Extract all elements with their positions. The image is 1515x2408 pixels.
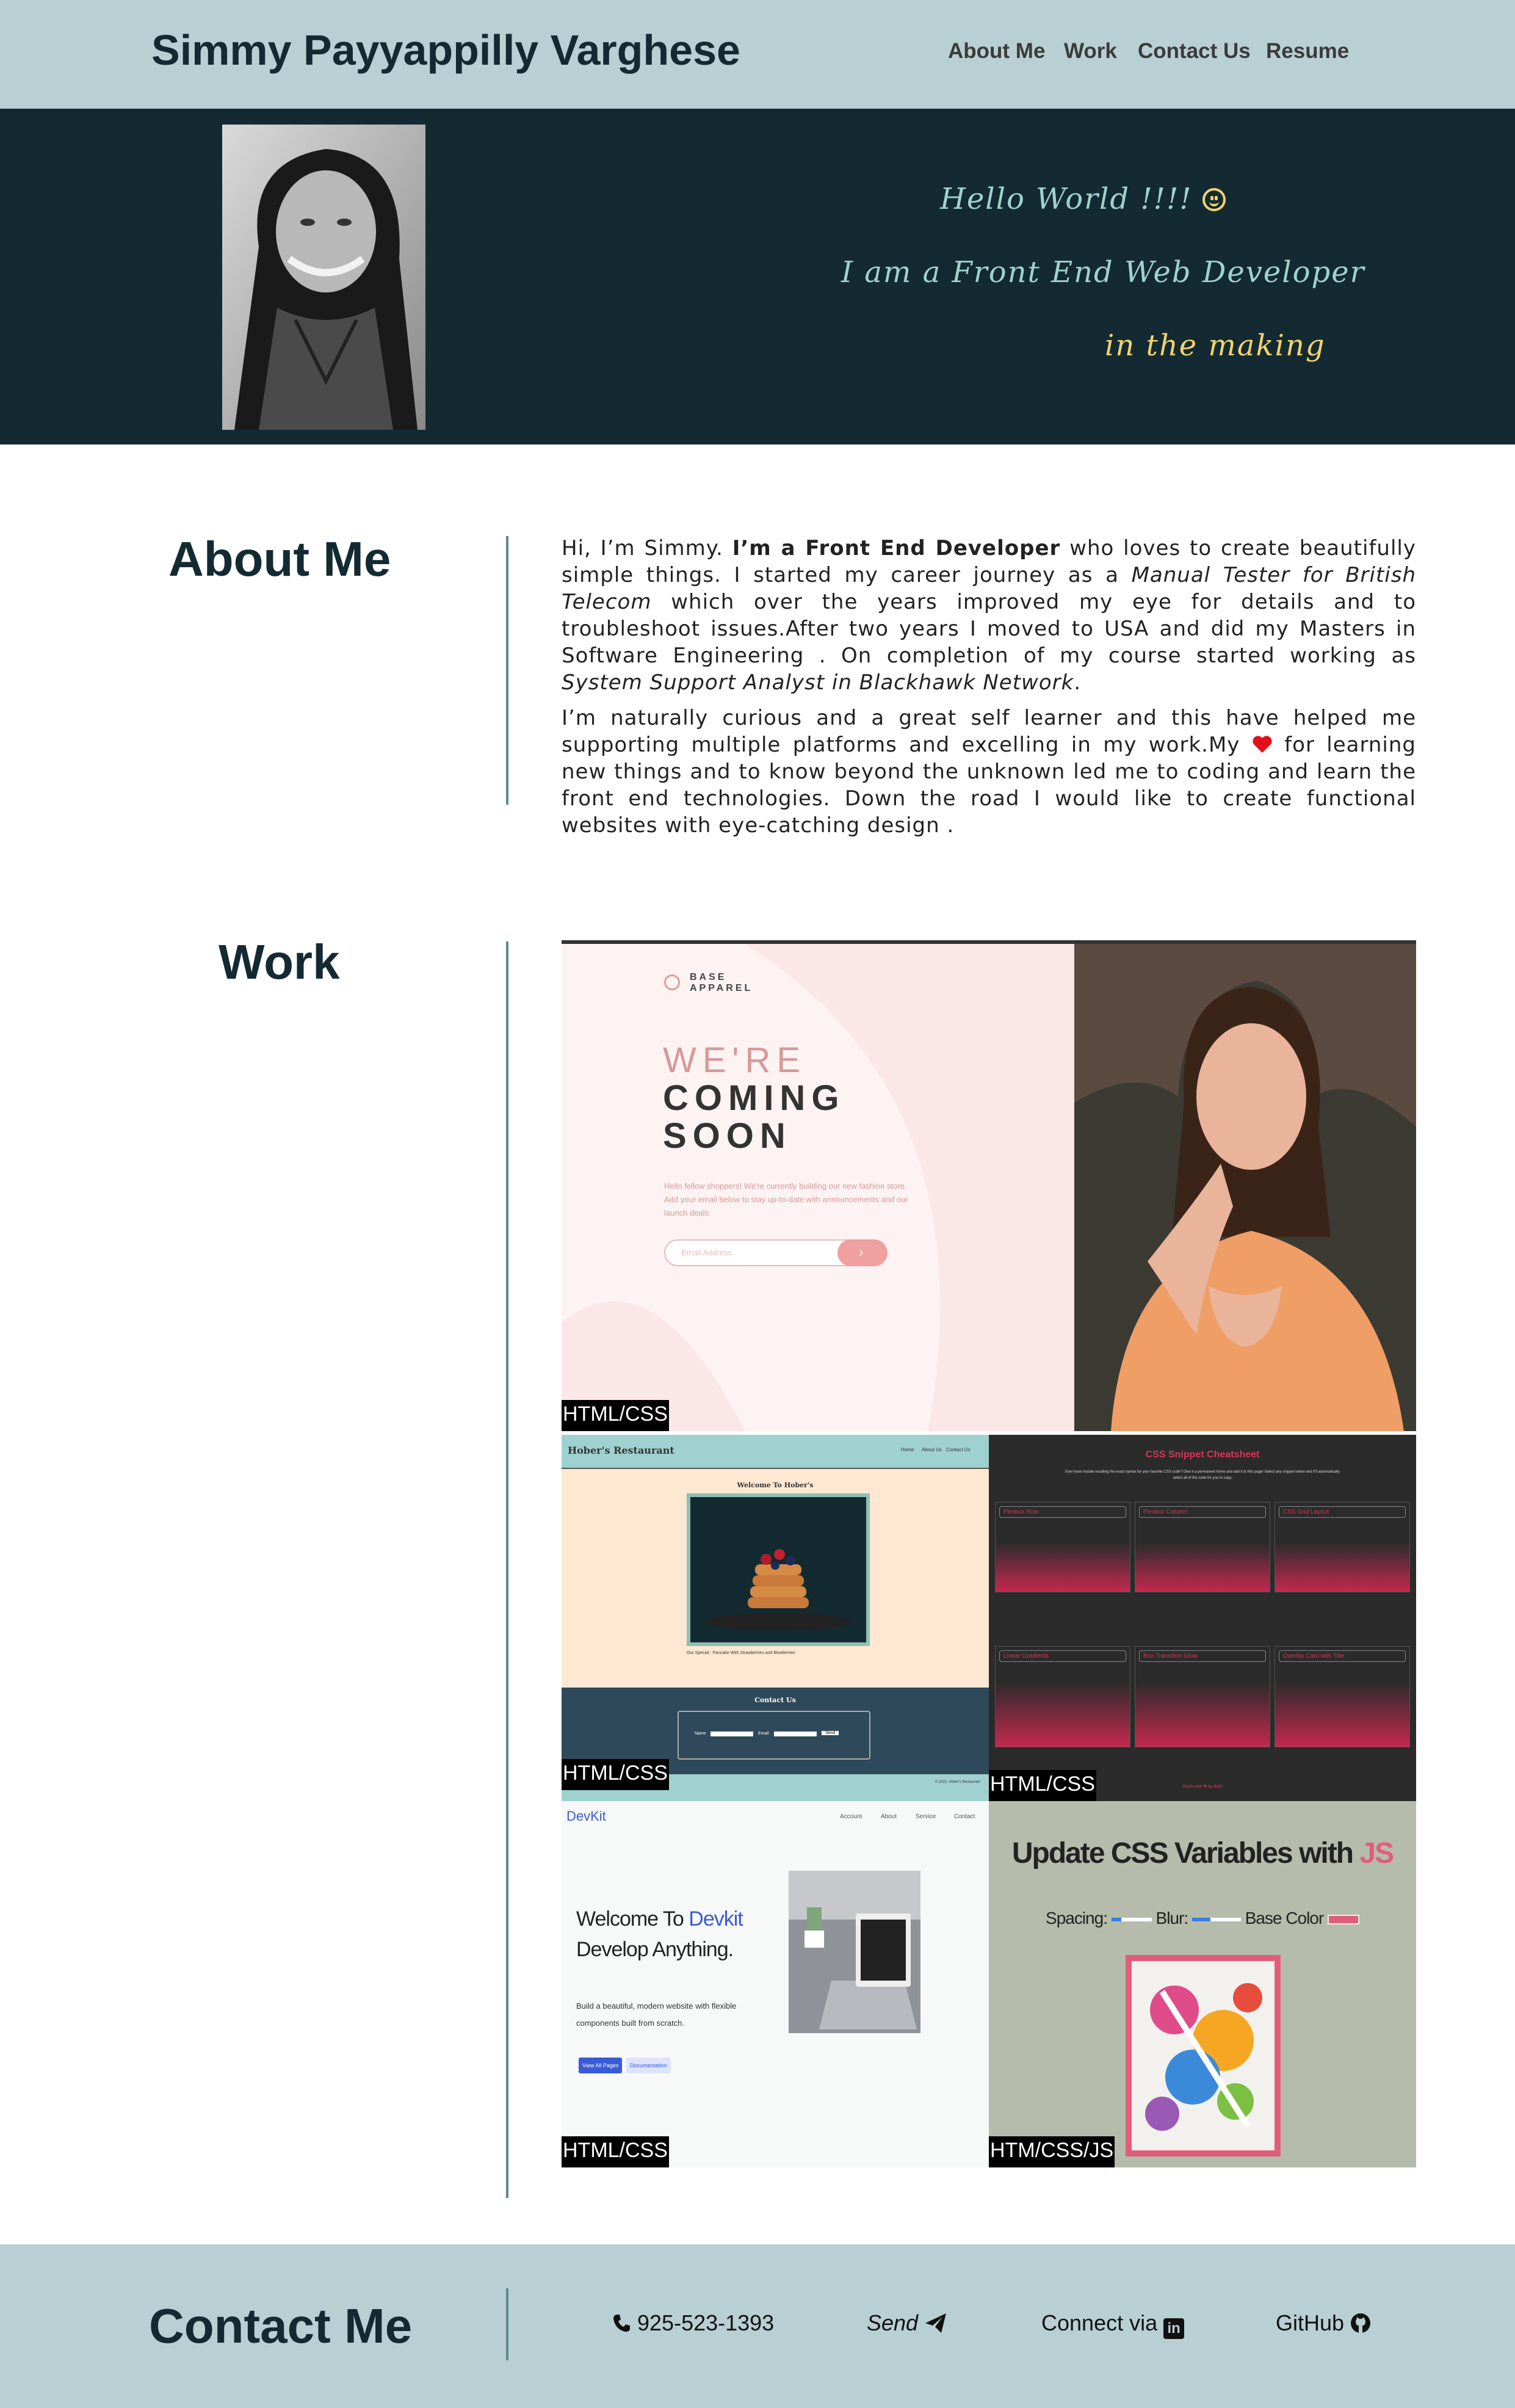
snippet-card[interactable]: Box Transition Glow — [1135, 1646, 1270, 1747]
blur-slider[interactable] — [1191, 1917, 1241, 1921]
base-apparel-body: Hello fellow shoppers! We're currently b… — [664, 1181, 908, 1217]
cheatsheet-subtitle: Ever have trouble recalling the exact sy… — [1065, 1470, 1340, 1480]
project-tag: HTML/CSS — [562, 1759, 669, 1790]
css-vars-title: Update CSS Variables with — [1011, 1837, 1354, 1869]
hobers-contact-title: Contact Us — [754, 1696, 796, 1704]
project-css-snippet-cheatsheet[interactable]: CSS Snippet Cheatsheet Ever have trouble… — [989, 1435, 1416, 1801]
hobers-caption: Our Special : Pancake With Strawberries … — [687, 1651, 795, 1655]
devkit-welcome: Welcome To — [576, 1907, 684, 1931]
snippet-card[interactable]: Linear Gradients — [995, 1646, 1130, 1747]
about-divider — [506, 536, 508, 805]
project-devkit[interactable]: DevKit Account About Service Contact Wel… — [562, 1801, 989, 2167]
hero-banner: Hello World !!!! I am a Front End Web De… — [0, 109, 1515, 444]
cheatsheet-title: CSS Snippet Cheatsheet — [1145, 1449, 1260, 1460]
work-divider — [506, 941, 508, 2198]
project-base-apparel[interactable]: BASE APPAREL WE'RE COMING SOON Hello fel… — [562, 940, 1416, 1431]
view-all-pages-button[interactable]: View All Pages — [579, 2058, 623, 2073]
hero-role: I am a Front End Web Developer — [841, 255, 1365, 289]
project-tag: HTM/CSS/JS — [989, 2136, 1115, 2167]
snippet-card[interactable]: Overlay Card with Title — [1275, 1646, 1410, 1747]
nav-work[interactable]: Work — [1064, 39, 1117, 63]
devkit-brand: DevKit — [566, 1808, 606, 1824]
color-picker[interactable] — [1327, 1914, 1359, 1924]
project-tag: HTML/CSS — [989, 1770, 1096, 1801]
base-apparel-submit-button[interactable]: › — [837, 1239, 888, 1266]
snippet-card[interactable]: CSS Grid Layout — [1275, 1502, 1410, 1592]
smiley-icon — [1202, 188, 1226, 211]
model-photo — [1074, 944, 1416, 1431]
hero-greeting: Hello World !!!! — [940, 182, 1193, 216]
paper-plane-icon — [925, 2313, 947, 2333]
contact-title: Contact Me — [149, 2299, 413, 2353]
github-icon — [1351, 2313, 1371, 2333]
base-apparel-logo-icon — [664, 974, 680, 990]
nav-resume[interactable]: Resume — [1266, 39, 1349, 63]
base-apparel-email-input[interactable]: Email Address › — [664, 1239, 888, 1266]
devkit-description: Build a beautiful, modern website with f… — [576, 2001, 737, 2028]
top-navbar: Simmy Payyappilly Varghese About Me Work… — [0, 0, 1515, 109]
project-hobers-restaurant[interactable]: Hober's Restaurant Home About Us Contact… — [562, 1435, 989, 1801]
base-apparel-heading-3: SOON — [663, 1116, 792, 1156]
project-css-variables-js[interactable]: Update CSS Variables with JS Spacing: Bl… — [989, 1801, 1416, 2167]
about-paragraph-2: I’m naturally curious and a great self l… — [562, 706, 1416, 838]
nav-about-me[interactable]: About Me — [948, 39, 1045, 63]
contact-divider — [506, 2288, 508, 2360]
base-apparel-brand-1: BASE — [690, 972, 727, 982]
snippet-card[interactable]: Flexbox Row — [995, 1502, 1130, 1592]
github-link[interactable]: GitHub — [1276, 2310, 1371, 2336]
devkit-tagline: Develop Anything. — [576, 1938, 734, 1961]
linkedin-link[interactable]: Connect via in — [1041, 2310, 1185, 2339]
send-email-link[interactable]: Send — [867, 2310, 947, 2336]
project-tag: HTML/CSS — [562, 1400, 669, 1431]
base-apparel-heading-2: COMING — [663, 1078, 845, 1118]
hobers-brand: Hober's Restaurant — [568, 1445, 674, 1456]
phone-icon — [613, 2315, 630, 2332]
spacing-slider[interactable] — [1111, 1917, 1152, 1921]
hobers-contact-form: Name Email Send — [678, 1711, 870, 1760]
contact-footer: Contact Me 925-523-1393 Send Connect via… — [0, 2244, 1515, 2408]
about-text: Hi, I’m Simmy. I’m a Front End Developer… — [562, 535, 1416, 847]
base-apparel-heading-1: WE'RE — [663, 1040, 807, 1080]
about-title: About Me — [168, 532, 391, 586]
arrow-right-icon: › — [859, 1244, 864, 1260]
phone-link[interactable]: 925-523-1393 — [612, 2310, 774, 2336]
laptop-photo — [789, 1871, 920, 2033]
profile-photo — [222, 125, 425, 430]
hobers-welcome: Welcome To Hober's — [737, 1481, 814, 1489]
work-title: Work — [219, 935, 340, 989]
hero-subtitle: in the making — [1105, 328, 1326, 363]
heart-icon — [1253, 736, 1272, 753]
linkedin-icon: in — [1163, 2318, 1185, 2339]
about-paragraph-1: Hi, I’m Simmy. I’m a Front End Developer… — [562, 536, 1416, 695]
documentation-button[interactable]: Documentation — [626, 2058, 671, 2073]
project-tag: HTML/CSS — [562, 2136, 669, 2167]
snippet-card[interactable]: Flexbox Column — [1135, 1502, 1270, 1592]
base-apparel-brand-2: APPAREL — [690, 983, 753, 993]
paint-photo — [1126, 1955, 1281, 2156]
pancake-photo — [687, 1493, 870, 1646]
nav-contact-us[interactable]: Contact Us — [1138, 39, 1251, 63]
site-name: Simmy Payyappilly Varghese — [151, 26, 740, 74]
